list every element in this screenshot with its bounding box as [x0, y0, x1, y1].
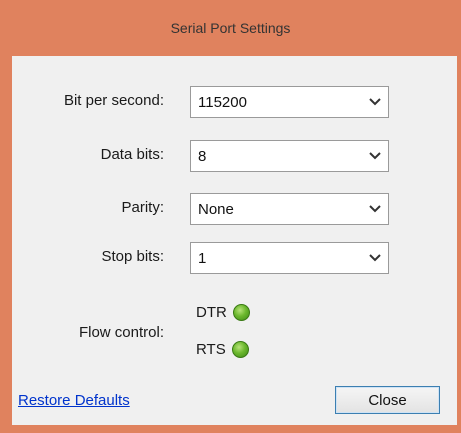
data-bits-value: 8	[198, 147, 207, 165]
parity-dropdown[interactable]: None	[190, 193, 389, 225]
serial-port-settings-window: Serial Port Settings Bit per second: 115…	[0, 0, 461, 433]
dtr-led-icon	[232, 304, 250, 321]
title-bar[interactable]: Serial Port Settings	[0, 0, 461, 56]
stop-bits-label: Stop bits:	[101, 248, 164, 265]
restore-defaults-link[interactable]: Restore Defaults	[18, 392, 130, 409]
chevron-down-icon	[362, 194, 388, 224]
dtr-indicator: DTR	[196, 304, 250, 321]
parity-label: Parity:	[121, 199, 164, 216]
bit-per-second-label: Bit per second:	[63, 92, 164, 109]
rts-indicator: RTS	[196, 341, 249, 358]
rts-label: RTS	[196, 341, 226, 358]
stop-bits-value: 1	[198, 249, 207, 267]
rts-led-icon	[231, 341, 249, 358]
data-bits-dropdown[interactable]: 8	[190, 140, 389, 172]
bit-per-second-value: 115200	[198, 93, 247, 111]
stop-bits-dropdown[interactable]: 1	[190, 242, 389, 274]
window-title: Serial Port Settings	[170, 20, 291, 36]
bit-per-second-dropdown[interactable]: 115200	[190, 86, 389, 118]
chevron-down-icon	[362, 87, 388, 117]
flow-control-label: Flow control:	[78, 324, 164, 341]
data-bits-label: Data bits:	[100, 146, 164, 163]
chevron-down-icon	[362, 243, 388, 273]
dialog-client-area: Bit per second: 115200 Data bits: 8 Pari…	[12, 56, 457, 425]
parity-value: None	[198, 200, 234, 218]
chevron-down-icon	[362, 141, 388, 171]
close-button[interactable]: Close	[335, 386, 440, 414]
dtr-label: DTR	[196, 304, 227, 321]
